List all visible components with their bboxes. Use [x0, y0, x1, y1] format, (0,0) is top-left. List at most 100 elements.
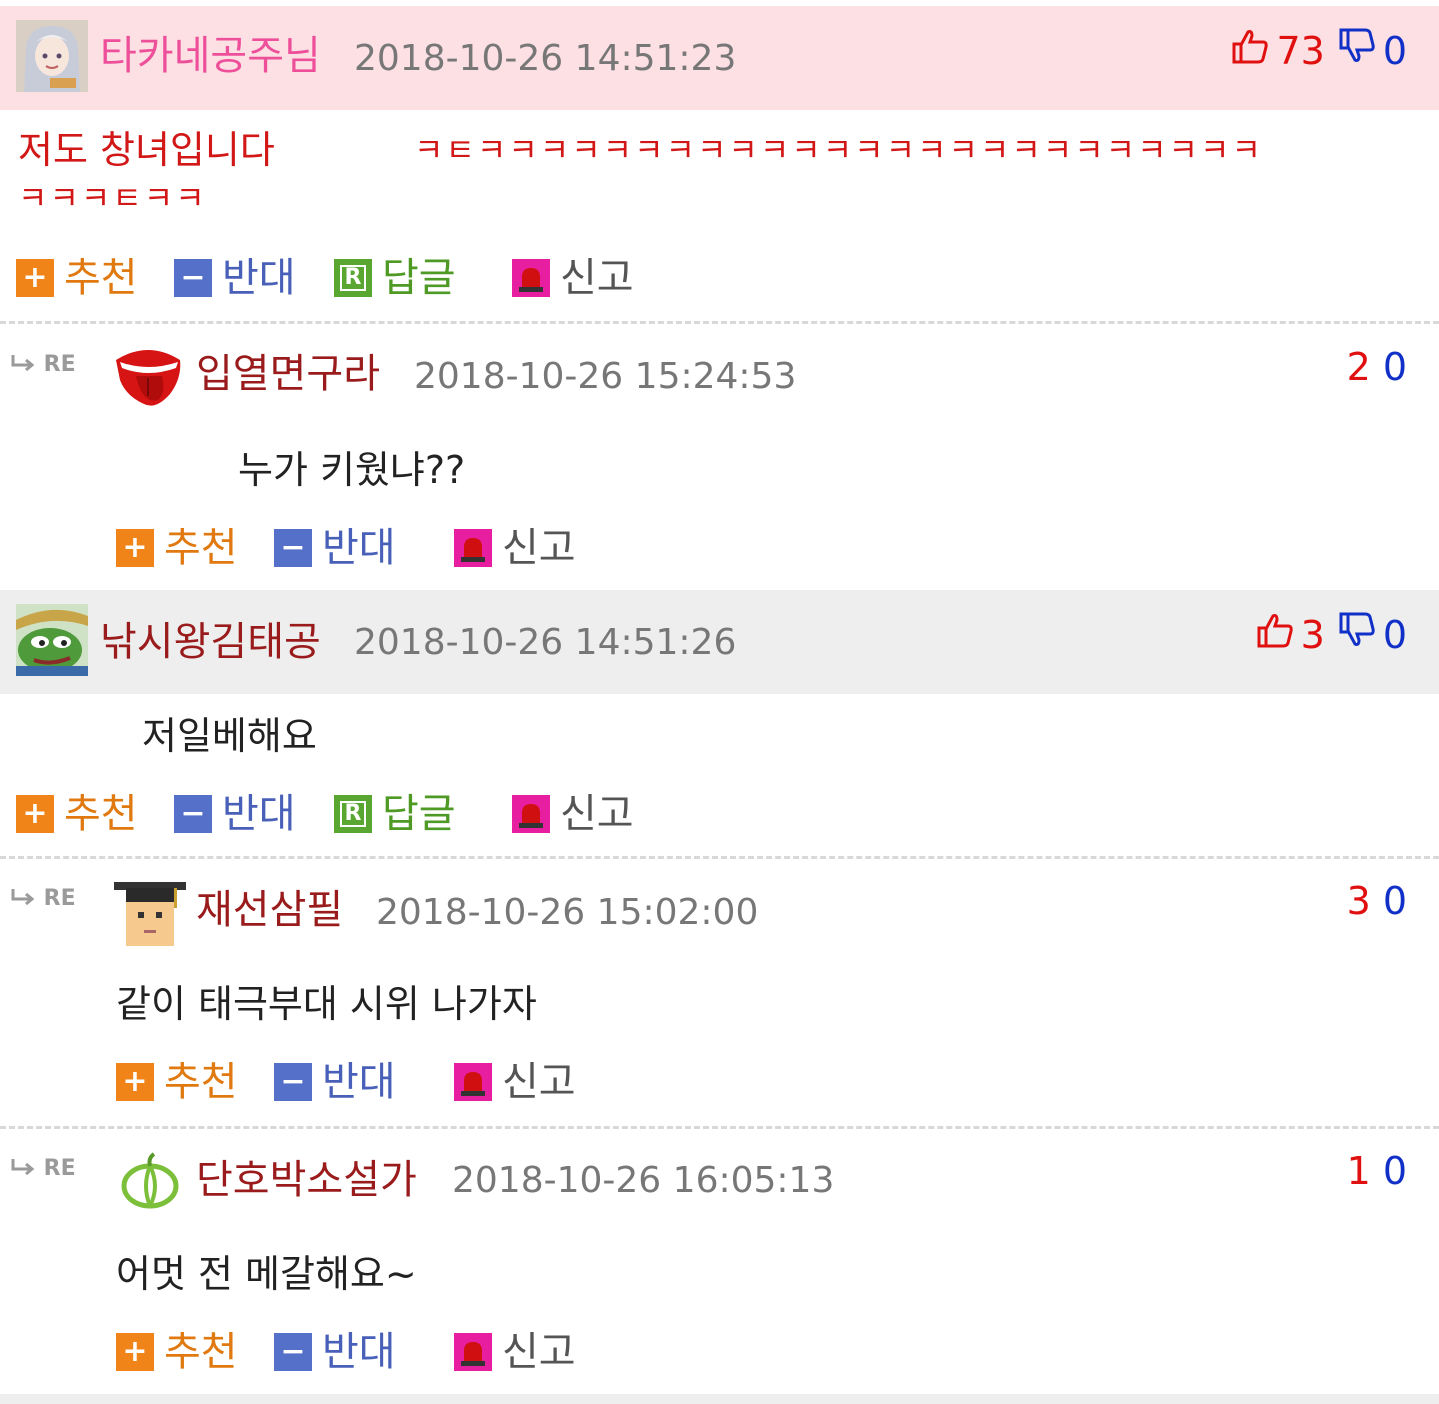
- comment-datetime: 2018-10-26 15:24:53: [414, 356, 797, 397]
- recommend-button[interactable]: + 추천: [116, 1058, 238, 1106]
- report-button[interactable]: 신고: [454, 1058, 576, 1106]
- oppose-button[interactable]: − 반대: [274, 1328, 396, 1376]
- recommend-label: 추천: [164, 1059, 238, 1105]
- report-button[interactable]: 신고: [512, 254, 634, 302]
- comment-datetime: 2018-10-26 15:02:00: [376, 892, 759, 933]
- dislike-count: 0: [1382, 613, 1407, 657]
- reply-arrow-icon: [10, 352, 44, 377]
- vote-counts: 3 0: [1255, 610, 1407, 660]
- oppose-label: 반대: [322, 1329, 396, 1375]
- thumbs-up-icon: [1255, 610, 1295, 660]
- comment-body: 저도 창녀입니다: [18, 128, 275, 172]
- nickname[interactable]: 재선삼필: [196, 886, 343, 934]
- report-button[interactable]: 신고: [454, 524, 576, 572]
- vote-counts: 73 0: [1230, 26, 1407, 76]
- report-label: 신고: [502, 1329, 576, 1375]
- comment-body: 어멋 전 메갈해요~: [116, 1252, 417, 1296]
- avatar[interactable]: [16, 20, 88, 92]
- nickname[interactable]: 낚시왕김태공: [100, 618, 321, 666]
- recommend-button[interactable]: + 추천: [16, 790, 138, 838]
- report-label: 신고: [502, 1059, 576, 1105]
- comment-datetime: 2018-10-26 14:51:26: [354, 622, 737, 663]
- reply-re-label: RE: [43, 1156, 76, 1181]
- reply-indicator: RE: [10, 886, 76, 911]
- next-comment-header-edge: [0, 1394, 1439, 1404]
- minus-icon: −: [274, 1333, 312, 1371]
- dislike-count: 0: [1382, 1149, 1407, 1193]
- siren-icon: [512, 259, 550, 297]
- reply-arrow-icon: [10, 886, 44, 911]
- reply-indicator: RE: [10, 1156, 76, 1181]
- comment-body: 누가 키웠냐??: [238, 448, 466, 492]
- like-count: 3: [1346, 879, 1371, 923]
- oppose-button[interactable]: − 반대: [174, 254, 296, 302]
- reply-label: 답글: [382, 255, 456, 301]
- avatar[interactable]: [114, 876, 186, 948]
- plus-icon: +: [116, 529, 154, 567]
- comment-datetime: 2018-10-26 16:05:13: [452, 1160, 835, 1201]
- recommend-label: 추천: [164, 1329, 238, 1375]
- plus-icon: +: [116, 1333, 154, 1371]
- plus-icon: +: [16, 795, 54, 833]
- plus-icon: +: [116, 1063, 154, 1101]
- reply-indicator: RE: [10, 352, 76, 377]
- comment-body: ㅋㅋㅋㅌㅋㅋ: [18, 179, 207, 217]
- like-count: 73: [1276, 29, 1325, 73]
- recommend-button[interactable]: + 추천: [116, 524, 238, 572]
- reply-button[interactable]: R 답글: [334, 254, 456, 302]
- vote-counts: 3 0: [1347, 878, 1407, 924]
- report-label: 신고: [560, 791, 634, 837]
- minus-icon: −: [274, 1063, 312, 1101]
- nickname[interactable]: 단호박소설가: [196, 1156, 417, 1204]
- siren-icon: [454, 1333, 492, 1371]
- comment-datetime: 2018-10-26 14:51:23: [354, 38, 737, 79]
- reply-re-label: RE: [43, 886, 76, 911]
- avatar[interactable]: [112, 338, 184, 410]
- dislike-count: 0: [1382, 879, 1407, 923]
- reply-r-icon: R: [334, 795, 372, 833]
- comment-body: 저일베해요: [142, 714, 317, 758]
- divider: [0, 321, 1439, 324]
- recommend-label: 추천: [164, 525, 238, 571]
- reply-arrow-icon: [10, 1156, 44, 1181]
- nickname[interactable]: 타카네공주님: [100, 32, 321, 80]
- minus-icon: −: [174, 795, 212, 833]
- dislike-count: 0: [1382, 345, 1407, 389]
- oppose-button[interactable]: − 반대: [274, 1058, 396, 1106]
- oppose-label: 반대: [222, 255, 296, 301]
- comment-body: 같이 태극부대 시위 나가자: [116, 982, 537, 1026]
- nickname[interactable]: 입열면구라: [196, 350, 380, 398]
- report-button[interactable]: 신고: [454, 1328, 576, 1376]
- oppose-button[interactable]: − 반대: [274, 524, 396, 572]
- divider: [0, 856, 1439, 859]
- vote-counts: 2 0: [1347, 344, 1407, 390]
- minus-icon: −: [274, 529, 312, 567]
- avatar[interactable]: [16, 604, 88, 676]
- dislike-count: 0: [1382, 29, 1407, 73]
- oppose-button[interactable]: − 반대: [174, 790, 296, 838]
- like-count: 2: [1346, 345, 1371, 389]
- siren-icon: [454, 529, 492, 567]
- minus-icon: −: [174, 259, 212, 297]
- oppose-label: 반대: [322, 525, 396, 571]
- report-label: 신고: [502, 525, 576, 571]
- avatar[interactable]: [114, 1146, 186, 1218]
- oppose-label: 반대: [222, 791, 296, 837]
- report-button[interactable]: 신고: [512, 790, 634, 838]
- reply-label: 답글: [382, 791, 456, 837]
- report-label: 신고: [560, 255, 634, 301]
- thumbs-down-icon: [1337, 26, 1377, 76]
- thumbs-down-icon: [1337, 610, 1377, 660]
- oppose-label: 반대: [322, 1059, 396, 1105]
- like-count: 3: [1300, 613, 1325, 657]
- reply-re-label: RE: [43, 352, 76, 377]
- recommend-button[interactable]: + 추천: [116, 1328, 238, 1376]
- plus-icon: +: [16, 259, 54, 297]
- recommend-button[interactable]: + 추천: [16, 254, 138, 302]
- reply-r-icon: R: [334, 259, 372, 297]
- comment-body: ㅋㅌㅋㅋㅋㅋㅋㅋㅋㅋㅋㅋㅋㅋㅋㅋㅋㅋㅋㅋㅋㅋㅋㅋㅋㅋㅋ: [414, 131, 1263, 169]
- like-count: 1: [1346, 1149, 1371, 1193]
- thumbs-up-icon: [1230, 26, 1270, 76]
- vote-counts: 1 0: [1347, 1148, 1407, 1194]
- reply-button[interactable]: R 답글: [334, 790, 456, 838]
